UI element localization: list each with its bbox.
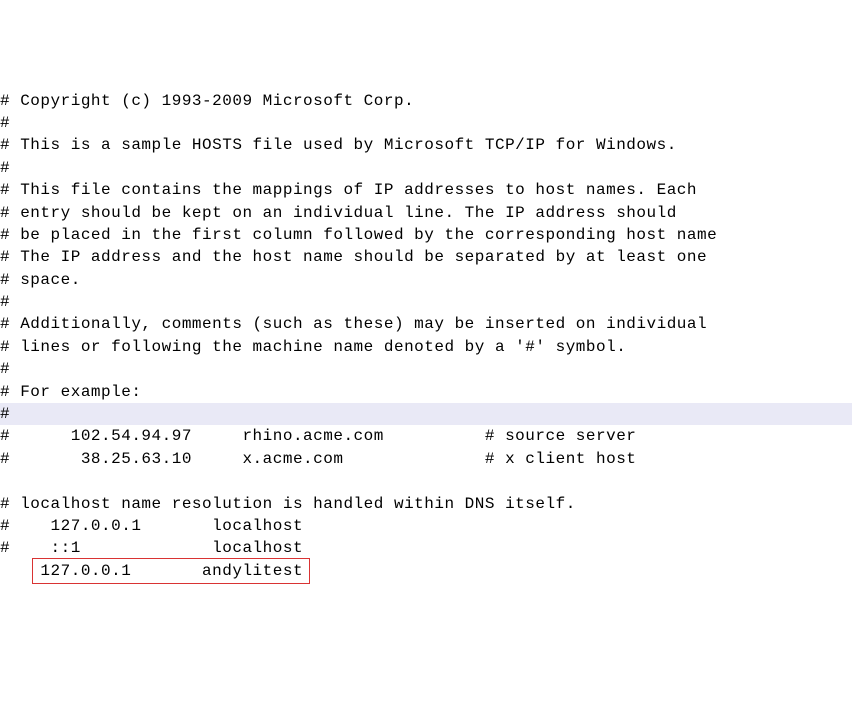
text-line[interactable]: # 102.54.94.97 rhino.acme.com # source s…: [0, 425, 852, 447]
text-line[interactable]: # Additionally, comments (such as these)…: [0, 313, 852, 335]
text-line[interactable]: # 127.0.0.1 localhost: [0, 515, 852, 537]
text-line[interactable]: # 38.25.63.10 x.acme.com # x client host: [0, 448, 852, 470]
text-line[interactable]: # entry should be kept on an individual …: [0, 202, 852, 224]
text-line[interactable]: # be placed in the first column followed…: [0, 224, 852, 246]
text-line[interactable]: #: [0, 291, 852, 313]
text-line[interactable]: # Copyright (c) 1993-2009 Microsoft Corp…: [0, 90, 852, 112]
text-line[interactable]: [0, 470, 852, 492]
text-line[interactable]: # The IP address and the host name shoul…: [0, 246, 852, 268]
text-line[interactable]: # For example:: [0, 381, 852, 403]
text-line[interactable]: 127.0.0.1 andylitest: [0, 560, 852, 582]
text-line[interactable]: #: [0, 157, 852, 179]
text-line[interactable]: # This is a sample HOSTS file used by Mi…: [0, 134, 852, 156]
text-line[interactable]: #: [0, 112, 852, 134]
text-line[interactable]: #: [0, 403, 852, 425]
text-line[interactable]: # localhost name resolution is handled w…: [0, 493, 852, 515]
text-line[interactable]: #: [0, 358, 852, 380]
text-line[interactable]: # ::1 localhost: [0, 537, 852, 559]
text-editor-viewport[interactable]: # Copyright (c) 1993-2009 Microsoft Corp…: [0, 90, 852, 583]
text-line[interactable]: # space.: [0, 269, 852, 291]
text-line[interactable]: # This file contains the mappings of IP …: [0, 179, 852, 201]
text-line[interactable]: # lines or following the machine name de…: [0, 336, 852, 358]
